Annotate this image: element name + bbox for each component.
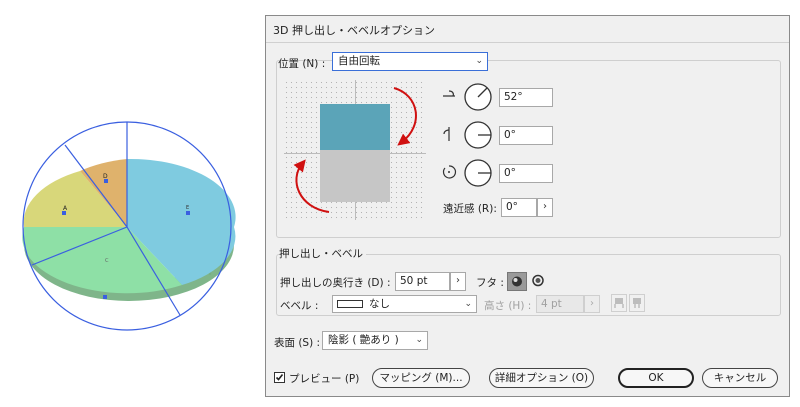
ok-button[interactable]: OK (618, 368, 694, 388)
depth-stepper-button[interactable]: › (450, 272, 466, 291)
rotate-arrows (293, 87, 417, 213)
bevel-in-icon (633, 298, 641, 308)
y-axis-rotate-icon (443, 127, 450, 141)
more-options-button[interactable]: 詳細オプション (O) (489, 368, 594, 388)
chevron-down-icon: ⌄ (475, 56, 483, 66)
bevel-preview-icon (337, 300, 363, 308)
height-label: 高さ (H) : (484, 300, 532, 312)
bevel-label: ベベル : (280, 300, 319, 312)
preview-checkbox[interactable] (274, 372, 285, 383)
bevel-select-value: なし (369, 298, 390, 310)
pie-label-c: C (105, 258, 109, 264)
dialog-titlebar: 3D 押し出し・ベベルオプション (266, 16, 789, 43)
x-rotation-dial[interactable] (463, 82, 493, 112)
cap-on-button[interactable] (507, 272, 527, 291)
preview-label[interactable]: プレビュー (P) (289, 371, 359, 386)
surface-label: 表面 (S) : (274, 337, 321, 349)
y-rotation-input[interactable]: 0° (499, 126, 553, 145)
surface-select[interactable]: 陰影 ( 艶あり ) ⌄ (322, 331, 428, 350)
x-rotation-input[interactable]: 52° (499, 88, 553, 107)
bevel-out-icon (614, 298, 624, 308)
position-select[interactable]: 自由回転 ⌄ (332, 52, 488, 71)
3d-extrude-bevel-dialog: 3D 押し出し・ベベルオプション 位置 (N) : 自由回転 ⌄ 52° 0° (265, 15, 790, 397)
perspective-stepper-button[interactable]: › (537, 198, 553, 217)
bevel-in-button[interactable] (629, 294, 645, 312)
chevron-down-icon: ⌄ (464, 299, 472, 309)
cap-off-button[interactable] (529, 272, 549, 291)
perspective-input[interactable]: 0° (501, 198, 537, 217)
chevron-down-icon: ⌄ (415, 335, 423, 345)
pie-label-d: D (103, 173, 108, 180)
cap-label: フタ : (476, 277, 504, 289)
cap-off-icon (532, 274, 544, 287)
extrude-section-label: 押し出し・ベベル (279, 246, 366, 261)
depth-input[interactable]: 50 pt (395, 272, 450, 291)
3d-pie-illustration: A D C E (22, 121, 236, 331)
surface-select-value: 陰影 ( 艶あり ) (328, 334, 399, 346)
bevel-select[interactable]: なし ⌄ (332, 295, 477, 313)
z-axis-rotate-icon (442, 165, 457, 179)
z-rotation-dial[interactable] (463, 158, 493, 188)
position-select-value: 自由回転 (338, 55, 380, 67)
checkbox-icon (275, 374, 284, 381)
y-rotation-dial[interactable] (463, 120, 493, 150)
height-stepper-button[interactable]: › (584, 295, 600, 313)
z-rotation-input[interactable]: 0° (499, 164, 553, 183)
cancel-button[interactable]: キャンセル (702, 368, 778, 388)
mapping-button[interactable]: マッピング (M)... (372, 368, 470, 388)
cap-on-icon (512, 276, 522, 287)
height-input[interactable]: 4 pt (536, 295, 584, 313)
x-axis-rotate-icon (443, 90, 455, 97)
perspective-label: 遠近感 (R): (443, 203, 497, 215)
position-label: 位置 (N) : (278, 58, 326, 70)
bevel-out-button[interactable] (611, 294, 627, 312)
dialog-title: 3D 押し出し・ベベルオプション (273, 24, 435, 37)
pie-label-e: E (186, 205, 189, 211)
depth-label: 押し出しの奥行き (D) : (280, 277, 391, 289)
